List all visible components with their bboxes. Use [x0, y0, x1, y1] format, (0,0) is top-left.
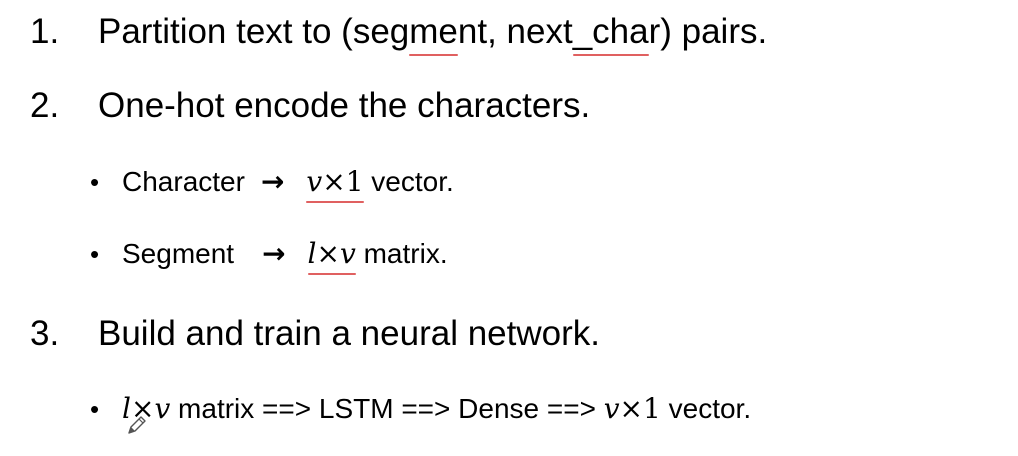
math-expression: v×1 [604, 392, 661, 425]
bullet-rest: matrix. [355, 238, 448, 269]
step-text: One-hot encode the characters. [98, 86, 591, 125]
step-text: Build and train a neural network. [98, 314, 600, 353]
math-expression: v×1 [306, 165, 364, 203]
math-var: 1 [345, 165, 364, 198]
bullet-label: Character [122, 166, 245, 197]
step-text-part: nt, next [457, 12, 573, 51]
step-3: 3. Build and train a neural network. [30, 316, 600, 351]
math-var: v [306, 165, 323, 198]
pen-cursor-icon [128, 416, 146, 434]
step-number: 1. [30, 12, 60, 51]
math-var: l [307, 237, 317, 270]
math-var: v [154, 392, 171, 425]
slide: 1. Partition text to (segment, next_char)… [0, 0, 1018, 456]
math-expression: l×v [307, 237, 357, 275]
bullet-icon: • [90, 394, 100, 424]
math-op: × [619, 392, 644, 425]
bullet-character: • Character → v×1 vector. [90, 165, 454, 203]
math-op: × [322, 165, 346, 198]
step-text-part: Partition text to (seg [98, 12, 410, 51]
spellcheck-word: me [409, 12, 458, 56]
math-op: × [316, 237, 340, 270]
pipeline-text: matrix ==> LSTM ==> Dense ==> [170, 393, 604, 424]
math-var: 1 [643, 392, 661, 425]
math-var: v [339, 237, 356, 270]
bullet-label: Segment [122, 238, 235, 269]
bullet-icon: • [90, 239, 100, 269]
step-2: 2. One-hot encode the characters. [30, 88, 590, 123]
bullet-rest: vector. [363, 166, 454, 197]
step-1: 1. Partition text to (segment, next_char)… [30, 12, 768, 56]
bullet-rest: vector. [660, 393, 752, 424]
bullet-icon: • [90, 167, 100, 197]
bullet-pipeline: • l×v matrix ==> LSTM ==> Dense ==> v×1 v… [90, 395, 751, 423]
arrow-right-icon: → [262, 237, 286, 270]
bullet-segment: • Segment → l×v matrix. [90, 237, 448, 275]
spellcheck-word: _cha [572, 12, 649, 56]
arrow-right-icon: → [260, 165, 285, 198]
step-number: 3. [30, 314, 60, 353]
math-var: v [603, 392, 620, 425]
step-text-part: r) pairs. [648, 12, 768, 51]
step-number: 2. [30, 86, 60, 125]
